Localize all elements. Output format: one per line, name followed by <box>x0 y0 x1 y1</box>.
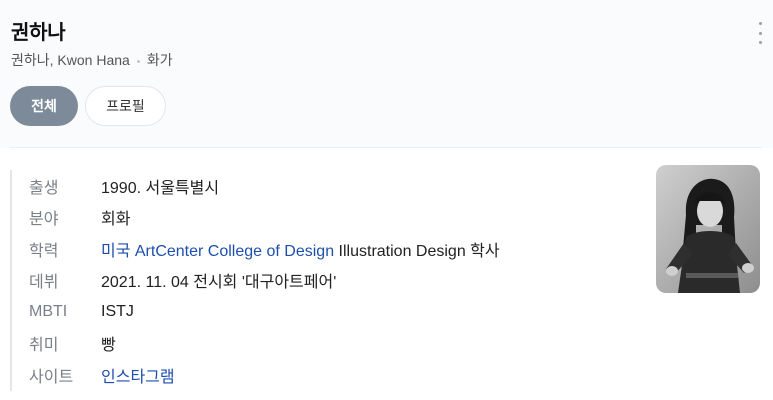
info-row-education: 학력 미국 ArtCenter College of Design Illust… <box>12 233 642 265</box>
debut-label: 데뷔 <box>29 274 59 292</box>
site-value: 인스타그램 <box>101 363 175 387</box>
field-label: 분야 <box>29 211 59 229</box>
education-label: 학력 <box>29 242 59 260</box>
hobby-label: 취미 <box>29 337 59 355</box>
field-value: 회화 <box>101 211 131 229</box>
profile-subtitle: 권하나, Kwon Hana 화가 <box>11 50 173 70</box>
education-degree: Illustration Design 학사 <box>334 242 500 260</box>
info-row-debut: 데뷔 2021. 11. 04 전시회 '대구아트페어' <box>12 265 642 297</box>
info-row-birth: 출생 1990. 서울특별시 <box>12 170 642 202</box>
page-title: 권하나 <box>11 22 66 44</box>
birth-value: 1990. 서울특별시 <box>101 179 220 197</box>
education-value: 미국 ArtCenter College of Design Illustrat… <box>101 237 500 261</box>
tab-bar: 전체 프로필 <box>10 86 166 126</box>
profile-card: 권하나 권하나, Kwon Hana 화가 전체 프로필 출생 1990. 서울특… <box>0 0 773 400</box>
site-label: 사이트 <box>29 368 74 386</box>
instagram-link[interactable]: 인스타그램 <box>101 369 175 386</box>
info-row-mbti: MBTI ISTJ <box>12 296 642 328</box>
name-line: 권하나, Kwon Hana <box>11 52 130 68</box>
mbti-value: ISTJ <box>101 302 134 320</box>
info-row-hobby: 취미 빵 <box>12 328 642 360</box>
school-link[interactable]: 미국 ArtCenter College of Design <box>101 243 334 260</box>
divider <box>10 147 762 148</box>
birth-label: 출생 <box>29 179 59 197</box>
mbti-label: MBTI <box>29 302 68 320</box>
tab-profile[interactable]: 프로필 <box>85 86 166 126</box>
separator-dot <box>136 59 140 63</box>
info-row-site: 사이트 인스타그램 <box>12 359 642 391</box>
info-list: 출생 1990. 서울특별시 분야 회화 학력 미국 ArtCenter Col… <box>10 170 642 391</box>
profile-photo[interactable] <box>656 165 760 293</box>
info-row-field: 분야 회화 <box>12 202 642 234</box>
tab-all[interactable]: 전체 <box>10 86 78 126</box>
hobby-value: 빵 <box>101 337 116 355</box>
more-vertical-icon[interactable] <box>757 22 763 44</box>
debut-value: 2021. 11. 04 전시회 '대구아트페어' <box>101 274 337 292</box>
profile-header: 권하나 권하나, Kwon Hana 화가 전체 프로필 <box>0 0 773 148</box>
occupation: 화가 <box>146 52 173 68</box>
